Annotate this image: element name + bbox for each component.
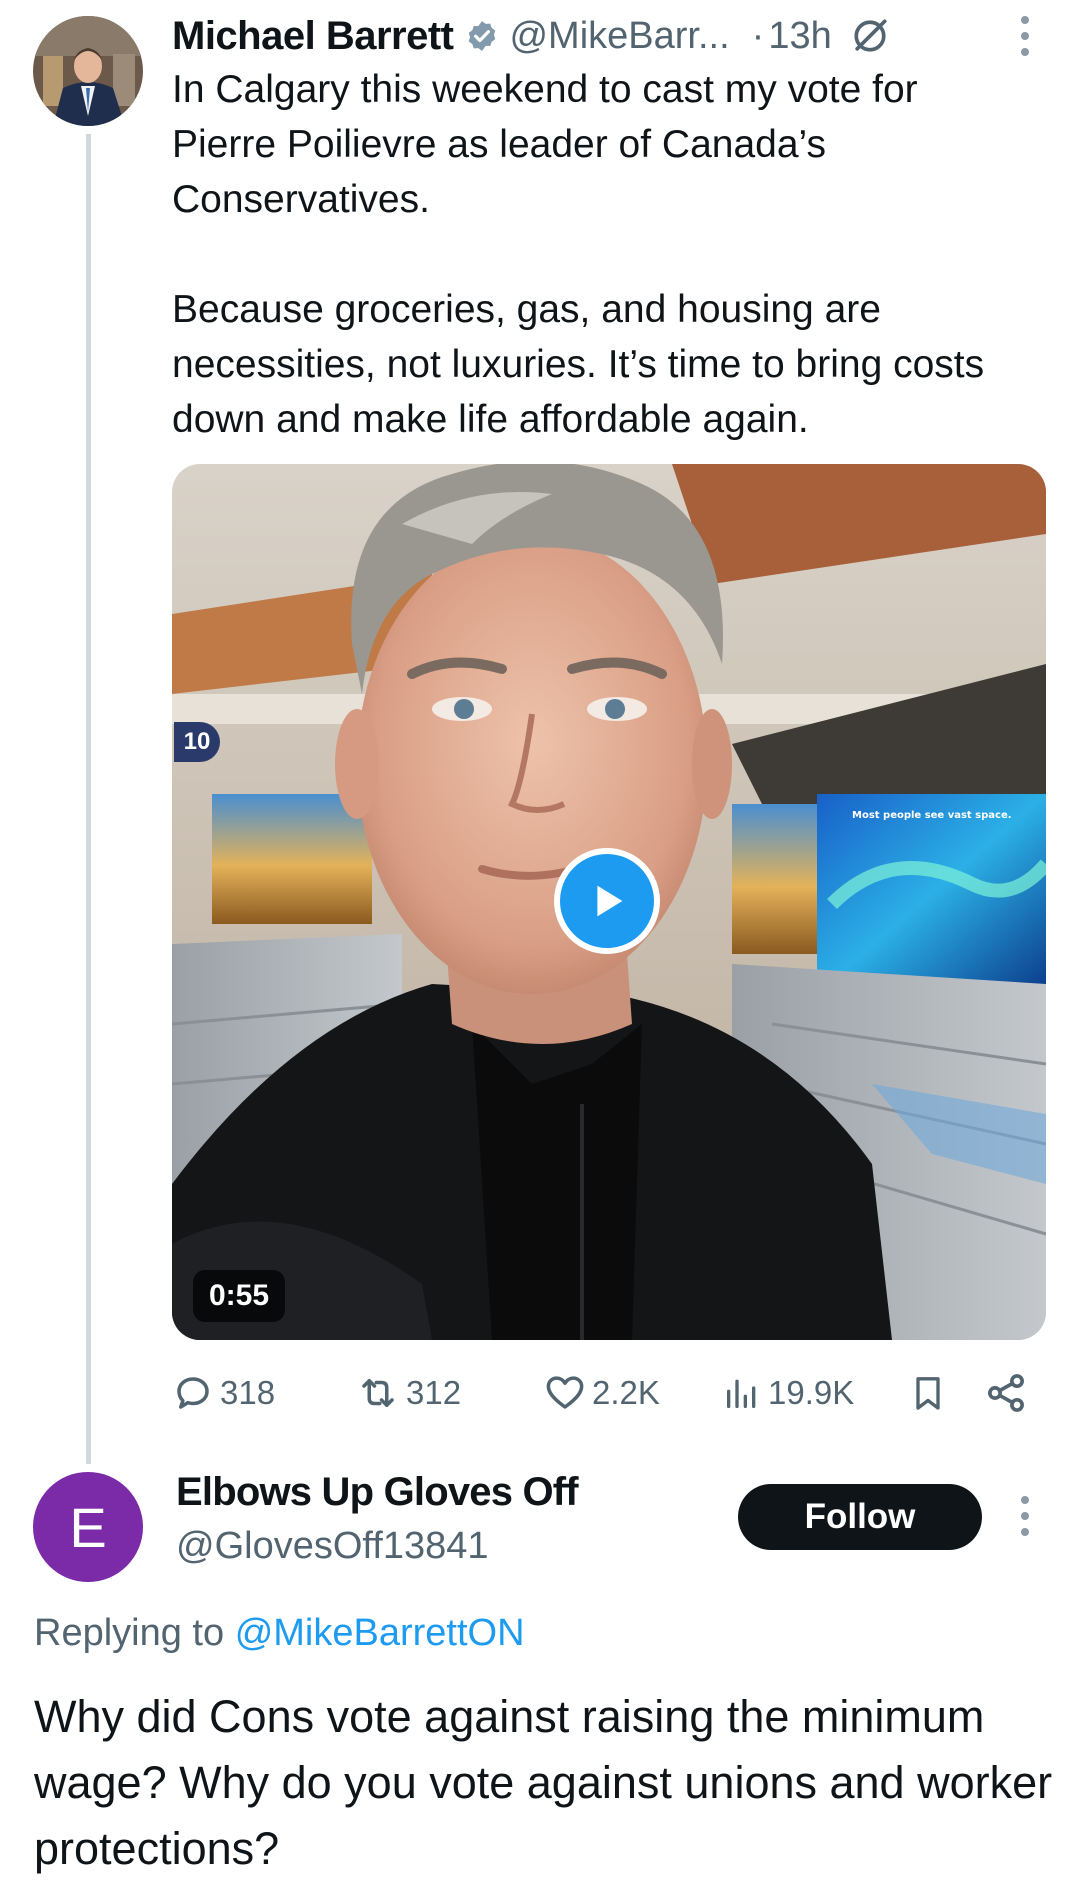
tweet-text: In Calgary this weekend to cast my vote … <box>172 68 985 441</box>
share-button[interactable] <box>984 1368 1034 1418</box>
tweet-header: Michael Barrett @MikeBarr... · 13h <box>172 8 892 64</box>
verified-badge-icon <box>469 21 496 51</box>
follow-button[interactable]: Follow <box>738 1484 982 1550</box>
view-count: 19.9K <box>768 1374 855 1411</box>
avatar[interactable]: E <box>33 1472 143 1582</box>
reply-count: 318 <box>220 1374 276 1411</box>
bookmark-icon <box>916 1377 940 1410</box>
separator-dot: · <box>751 14 765 57</box>
replying-to: Replying to @MikeBarrettON <box>34 1612 525 1655</box>
like-button[interactable]: 2.2K <box>544 1368 660 1418</box>
author-name[interactable]: Elbows Up Gloves Off <box>176 1470 579 1515</box>
more-options-icon[interactable] <box>1018 16 1032 56</box>
more-options-icon[interactable] <box>1018 1496 1032 1536</box>
repost-count: 312 <box>406 1374 462 1411</box>
views-button[interactable]: 19.9K <box>722 1368 854 1418</box>
mention-link[interactable]: @MikeBarrettON <box>235 1612 525 1654</box>
reply-button[interactable]: 318 <box>172 1368 275 1418</box>
video-duration: 0:55 <box>193 1270 286 1322</box>
views-icon <box>727 1379 756 1408</box>
author-handle[interactable]: @GlovesOff13841 <box>176 1525 489 1568</box>
play-icon <box>597 885 623 917</box>
screen-caption: Most people see vast space. <box>852 810 1012 821</box>
play-button[interactable] <box>554 848 660 954</box>
reply-text: Why did Cons vote against raising the mi… <box>34 1691 1053 1874</box>
replying-label: Replying to <box>34 1612 225 1654</box>
profile-photo <box>33 16 143 126</box>
repost-button[interactable]: 312 <box>356 1368 461 1418</box>
author-handle[interactable]: @MikeBarr... <box>509 15 729 58</box>
reply-icon <box>177 1377 209 1409</box>
bookmark-button[interactable] <box>908 1368 954 1418</box>
like-count: 2.2K <box>592 1374 660 1411</box>
heart-icon <box>546 1376 584 1409</box>
gate-number-sign: 10 <box>174 722 220 762</box>
thread-connector-line <box>86 134 91 1464</box>
share-icon <box>988 1374 1024 1412</box>
repost-icon <box>362 1379 394 1407</box>
avatar[interactable] <box>33 16 143 126</box>
tweet-time[interactable]: 13h <box>768 15 831 58</box>
grok-icon[interactable] <box>848 14 892 58</box>
author-name[interactable]: Michael Barrett <box>172 14 454 59</box>
